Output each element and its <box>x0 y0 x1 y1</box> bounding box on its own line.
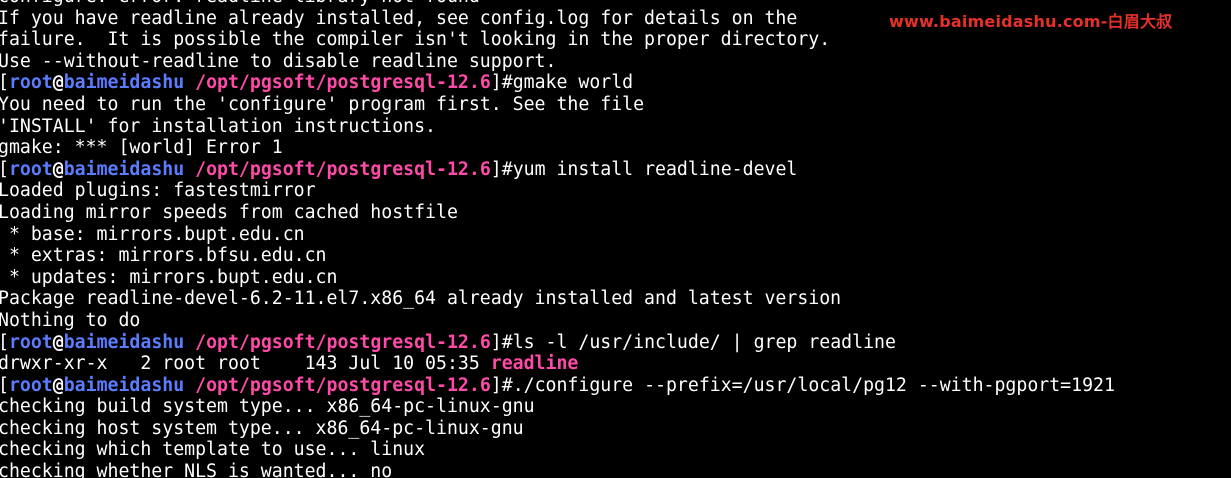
output-line: Package readline-devel-6.2-11.el7.x86_64… <box>0 288 842 310</box>
prompt-at: @ <box>52 331 64 353</box>
prompt-at: @ <box>52 158 64 180</box>
output-line: configure: error: readline library not f… <box>0 0 1115 8</box>
output-line: * updates: mirrors.bupt.edu.cn <box>0 266 338 288</box>
prompt-user: root <box>8 158 53 180</box>
output-line: Loading mirror speeds from cached hostfi… <box>0 201 458 223</box>
prompt-path: /opt/pgsoft/postgresql-12.6 <box>195 158 491 180</box>
prompt-open-bracket: [ <box>0 159 9 180</box>
prompt-open-bracket: [ <box>0 375 9 396</box>
command-text: gmake world <box>512 72 634 94</box>
output-line: You need to run the 'configure' program … <box>0 93 645 115</box>
prompt-close-bracket: ]# <box>490 158 513 180</box>
terminal-output: configure: error: readline library not f… <box>0 0 1115 478</box>
command-line: [root@baimeidashu /opt/pgsoft/postgresql… <box>0 332 1115 354</box>
prompt-host: baimeidashu <box>63 374 185 396</box>
output-line: Loaded plugins: fastestmirror <box>0 180 316 202</box>
output-line: 'INSTALL' for installation instructions. <box>0 115 436 137</box>
prompt-at: @ <box>52 374 64 396</box>
ls-output-line: drwxr-xr-x 2 root root 143 Jul 10 05:35 … <box>0 353 1115 375</box>
output-line: checking which template to use... linux <box>0 439 426 461</box>
command-line: [root@baimeidashu /opt/pgsoft/postgresql… <box>0 159 1115 181</box>
prompt-user: root <box>8 374 53 396</box>
output-line: checking host system type... x86_64-pc-l… <box>0 417 524 439</box>
command-text: ./configure --prefix=/usr/local/pg12 --w… <box>512 374 1115 396</box>
prompt-path: /opt/pgsoft/postgresql-12.6 <box>195 331 491 353</box>
grep-match: readline <box>490 353 579 375</box>
prompt-path: /opt/pgsoft/postgresql-12.6 <box>195 374 491 396</box>
output-line: Use --without-readline to disable readli… <box>0 50 557 72</box>
prompt-user: root <box>8 331 53 353</box>
command-line: [root@baimeidashu /opt/pgsoft/postgresql… <box>0 72 1115 94</box>
prompt-user: root <box>8 72 53 94</box>
prompt-close-bracket: ]# <box>490 374 513 396</box>
output-line: checking build system type... x86_64-pc-… <box>0 396 535 418</box>
watermark: www.baimeidashu.com-白眉大叔 <box>889 12 1173 31</box>
prompt-host: baimeidashu <box>63 158 185 180</box>
prompt-host: baimeidashu <box>63 72 185 94</box>
command-text: ls -l /usr/include/ | grep readline <box>512 331 896 353</box>
command-line: [root@baimeidashu /opt/pgsoft/postgresql… <box>0 375 1115 397</box>
ls-entry-info: drwxr-xr-x 2 root root 143 Jul 10 05:35 <box>0 353 491 375</box>
output-line: Nothing to do <box>0 309 141 331</box>
output-line: * base: mirrors.bupt.edu.cn <box>0 223 305 245</box>
prompt-at: @ <box>52 72 64 94</box>
prompt-path: /opt/pgsoft/postgresql-12.6 <box>195 72 491 94</box>
output-line: gmake: *** [world] Error 1 <box>0 137 283 159</box>
output-line: checking whether NLS is wanted... no <box>0 461 393 478</box>
prompt-close-bracket: ]# <box>490 331 513 353</box>
prompt-host: baimeidashu <box>63 331 185 353</box>
prompt-open-bracket: [ <box>0 332 9 353</box>
output-line: * extras: mirrors.bfsu.edu.cn <box>0 245 327 267</box>
terminal-window[interactable]: configure: error: readline library not f… <box>0 0 1231 478</box>
prompt-open-bracket: [ <box>0 72 9 93</box>
prompt-close-bracket: ]# <box>490 72 513 94</box>
command-text: yum install readline-devel <box>512 158 798 180</box>
